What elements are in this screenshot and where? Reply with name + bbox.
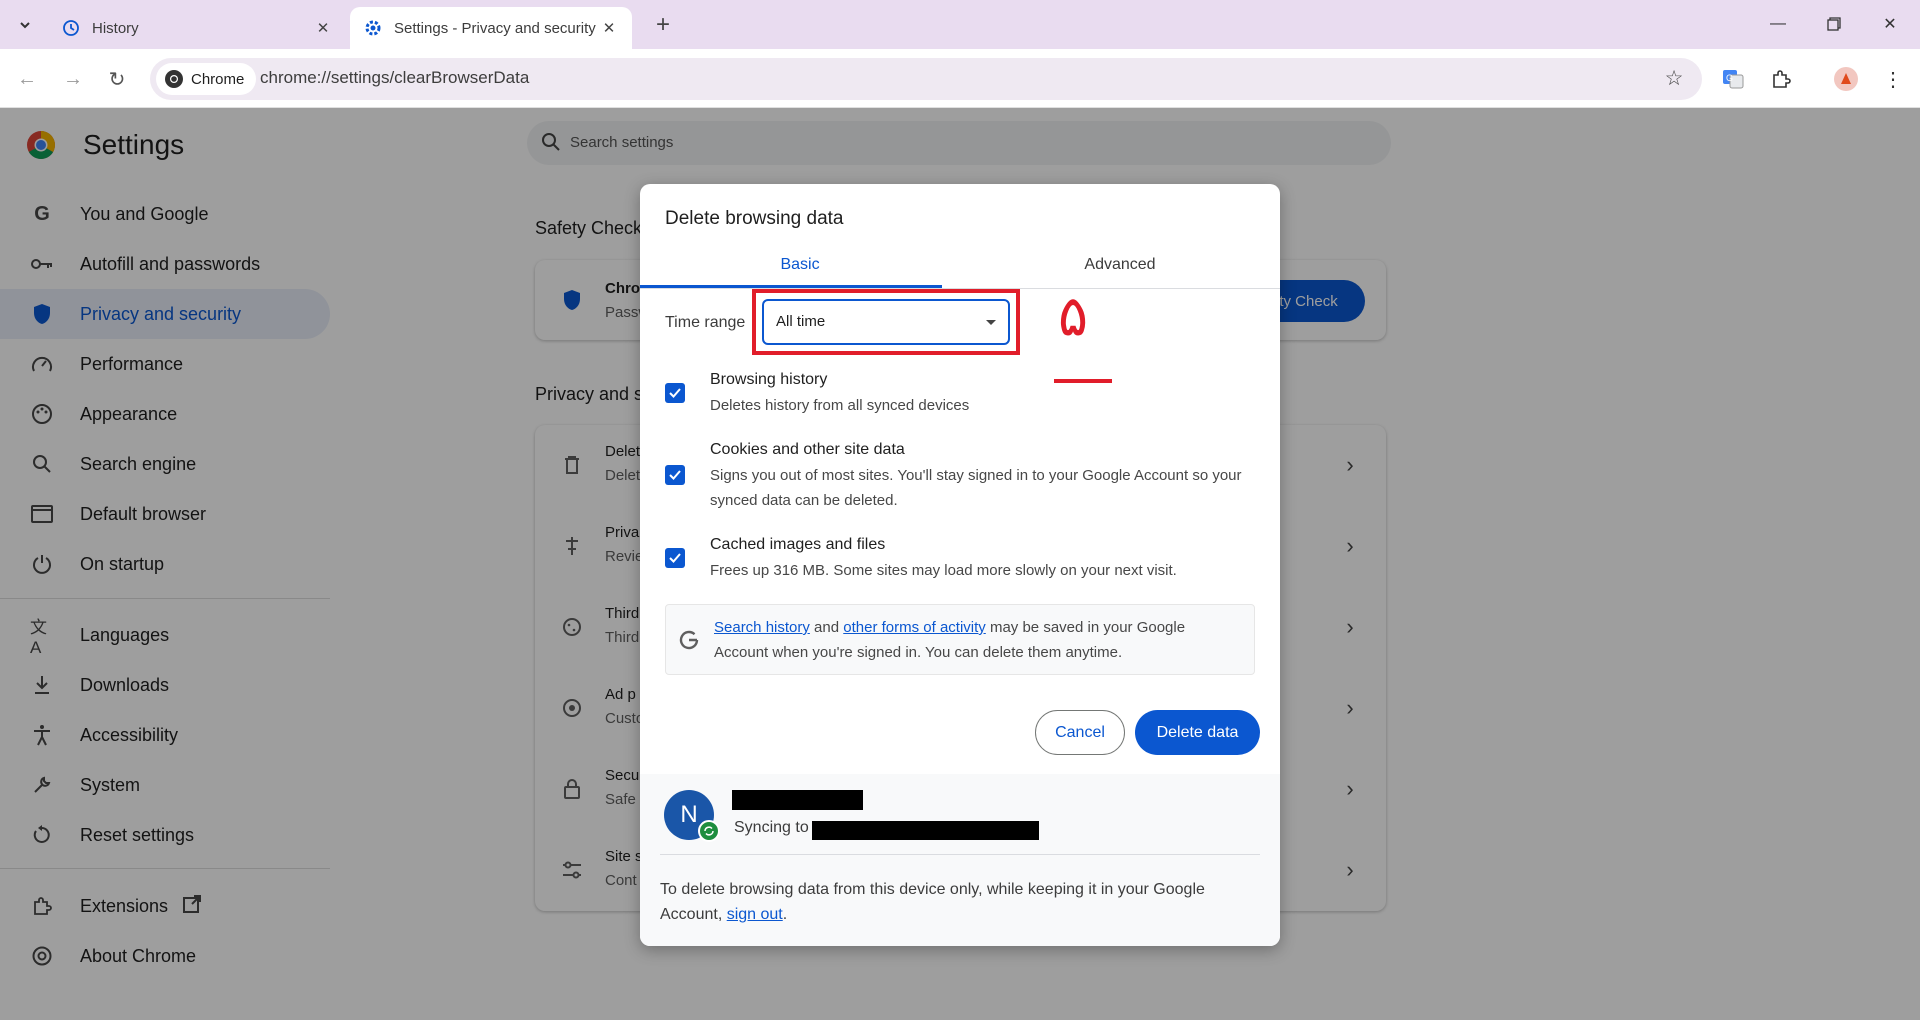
other-activity-link[interactable]: other forms of activity <box>843 619 986 636</box>
checkmark-icon <box>669 470 681 480</box>
close-tab-icon[interactable]: ✕ <box>314 19 332 37</box>
annotation-underline <box>1054 379 1112 383</box>
notice-text: Search history and other forms of activi… <box>714 615 1239 665</box>
menu-button[interactable]: ⋮ <box>1876 62 1910 96</box>
syncing-label: Syncing to <box>734 819 809 836</box>
cookies-checkbox[interactable] <box>665 465 685 485</box>
browsing-history-checkbox[interactable] <box>665 383 685 403</box>
option-description: Signs you out of most sites. You'll stay… <box>710 467 1242 509</box>
reload-icon: ↻ <box>108 68 126 91</box>
tab-basic[interactable]: Basic <box>640 256 960 274</box>
dropdown-caret-icon <box>986 320 996 325</box>
option-title: Browsing history <box>710 371 828 388</box>
svg-text:G: G <box>1726 73 1733 83</box>
tab-history[interactable]: History ✕ <box>48 7 346 49</box>
delete-data-button[interactable]: Delete data <box>1135 710 1260 755</box>
google-account-notice: Search history and other forms of activi… <box>665 604 1255 675</box>
restore-button[interactable] <box>1814 8 1854 40</box>
redacted-email <box>812 821 1039 840</box>
extensions-button[interactable] <box>1764 62 1798 96</box>
chip-label: Chrome <box>191 70 245 88</box>
avatar-icon <box>1834 67 1858 91</box>
cached-images-checkbox[interactable] <box>665 548 685 568</box>
annotation-mark: ۵ <box>1052 284 1108 350</box>
chevron-down-icon <box>20 22 30 29</box>
search-history-link[interactable]: Search history <box>714 619 810 636</box>
minimize-button[interactable]: — <box>1758 8 1798 40</box>
tab-advanced[interactable]: Advanced <box>960 256 1280 274</box>
profile-button[interactable] <box>1829 62 1863 96</box>
tab-title: Settings - Privacy and security <box>394 19 596 37</box>
cancel-button[interactable]: Cancel <box>1035 710 1125 755</box>
notice-text-part: and <box>809 619 844 636</box>
active-tab-indicator <box>640 285 942 288</box>
new-tab-button[interactable]: + <box>650 11 676 38</box>
bookmark-star-icon[interactable]: ☆ <box>1658 62 1690 94</box>
close-tab-icon[interactable]: ✕ <box>600 19 618 37</box>
back-button[interactable]: ← <box>10 62 44 96</box>
footer-text: To delete browsing data from this device… <box>660 877 1260 927</box>
sign-out-link[interactable]: sign out <box>727 906 783 923</box>
history-icon <box>62 19 80 37</box>
tab-settings[interactable]: Settings - Privacy and security ✕ <box>350 7 632 49</box>
chrome-chip[interactable]: Chrome <box>156 63 257 95</box>
option-title: Cookies and other site data <box>710 441 905 458</box>
footer-text-part: . <box>782 906 788 923</box>
option-description: Frees up 316 MB. Some sites may load mor… <box>710 562 1177 579</box>
close-window-button[interactable]: ✕ <box>1870 8 1910 40</box>
delete-browsing-data-dialog: Delete browsing data Basic Advanced Time… <box>640 184 1280 946</box>
google-g-icon <box>679 630 699 650</box>
chrome-icon <box>165 70 183 88</box>
google-translate-icon: G <box>1723 70 1744 89</box>
puzzle-icon <box>1773 70 1791 88</box>
reload-button[interactable]: ↻ <box>100 62 134 96</box>
arrow-right-icon: → <box>63 67 83 90</box>
dialog-title: Delete browsing data <box>665 208 844 229</box>
kebab-menu-icon: ⋮ <box>1883 68 1903 91</box>
time-range-label: Time range <box>665 314 746 331</box>
tab-title: History <box>92 19 139 37</box>
redacted-account-name <box>732 790 863 810</box>
checkmark-icon <box>669 553 681 563</box>
time-range-select[interactable]: All time <box>762 299 1010 345</box>
restore-icon <box>1827 17 1841 31</box>
time-range-value: All time <box>776 313 826 330</box>
arrow-left-icon: ← <box>17 67 37 90</box>
gear-icon <box>364 19 382 37</box>
forward-button[interactable]: → <box>56 62 90 96</box>
translate-extension-button[interactable]: G <box>1716 62 1750 96</box>
url-text[interactable]: chrome://settings/clearBrowserData <box>260 68 529 88</box>
tab-search-button[interactable] <box>12 12 38 38</box>
sync-icon <box>698 820 720 842</box>
checkmark-icon <box>669 388 681 398</box>
option-title: Cached images and files <box>710 536 886 553</box>
footer-divider <box>660 854 1260 855</box>
annotation-glyph: ۵ <box>1058 284 1089 349</box>
option-description: Deletes history from all synced devices <box>710 397 970 414</box>
